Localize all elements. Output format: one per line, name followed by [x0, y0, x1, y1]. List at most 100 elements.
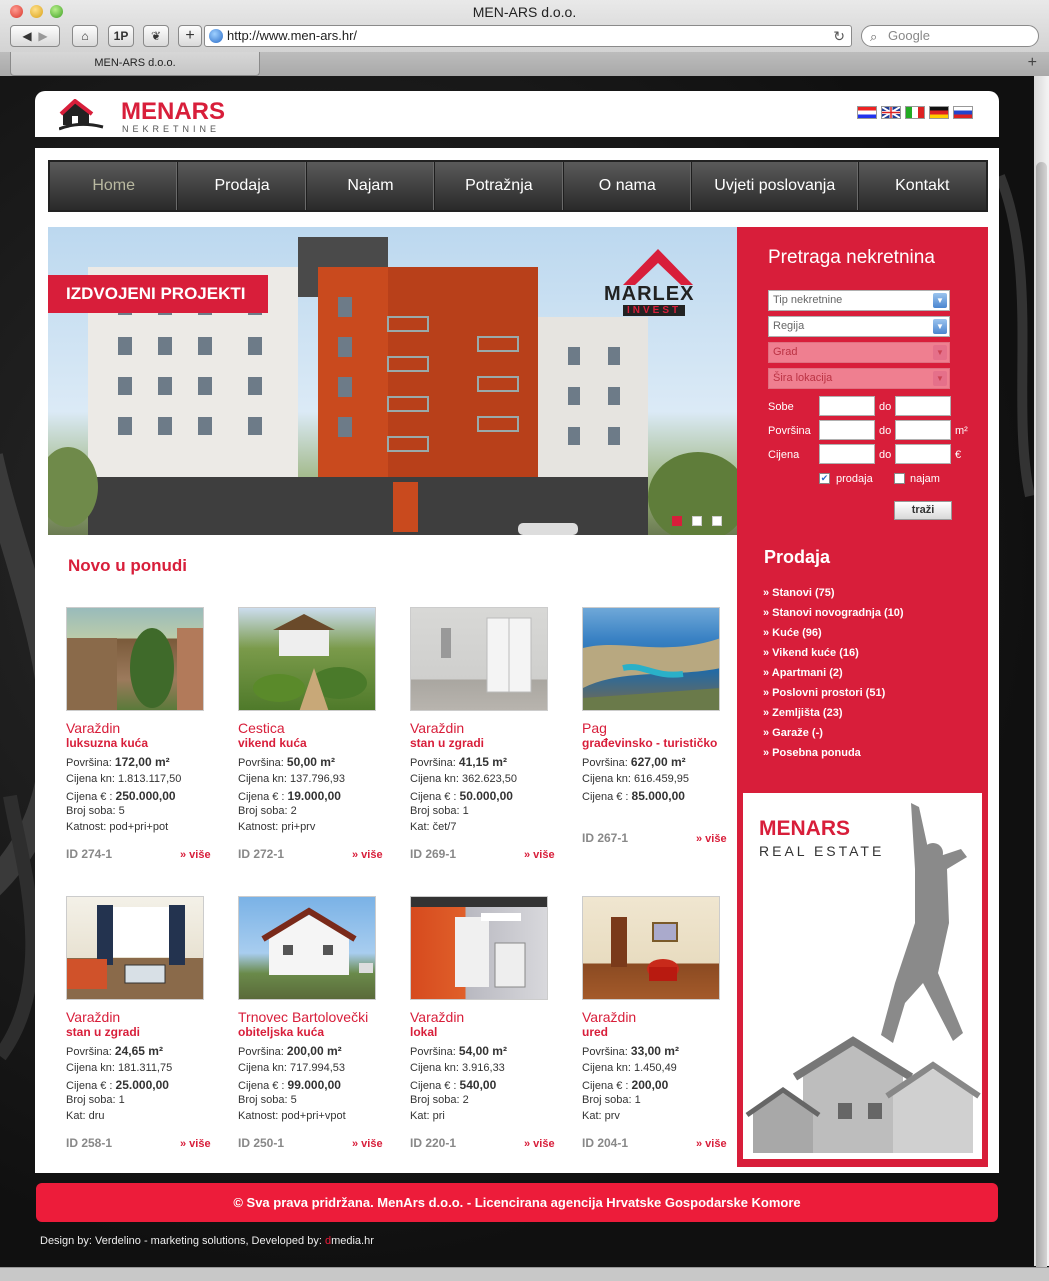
croatian-flag-icon[interactable]	[857, 106, 877, 119]
category-link-apartmani[interactable]: » Apartmani (2)	[763, 665, 904, 685]
listing-city[interactable]: Cestica	[238, 720, 285, 736]
onepassword-button[interactable]: 1P	[108, 25, 134, 47]
listing-card[interactable]: Varaždin stan u zgradi Površina: 24,65 m…	[66, 896, 216, 1156]
real-estate-banner[interactable]: MENARS REAL ESTATE	[737, 789, 988, 1167]
back-forward-buttons[interactable]: ◀ ▶	[10, 25, 60, 47]
listing-card[interactable]: Trnovec Bartolovečki obiteljska kuća Pov…	[238, 896, 388, 1156]
area-to-input[interactable]	[895, 420, 951, 440]
listing-city[interactable]: Varaždin	[66, 720, 120, 736]
rooms-from-input[interactable]	[819, 396, 875, 416]
address-bar[interactable]: http://www.men-ars.hr/ ↻	[204, 25, 852, 47]
chevron-down-icon: ▼	[933, 293, 947, 308]
minimize-window-button[interactable]	[30, 5, 43, 18]
nav-home[interactable]: Home	[50, 162, 179, 210]
listing-more-link[interactable]: » više	[352, 849, 383, 861]
listing-more-link[interactable]: » više	[180, 849, 211, 861]
add-bookmark-button[interactable]: +	[178, 25, 202, 47]
listing-more-link[interactable]: » više	[696, 833, 727, 845]
leaf-extension-button[interactable]: ❦	[143, 25, 169, 47]
property-type-select[interactable]: Tip nekretnine ▼	[768, 290, 950, 311]
listing-more-link[interactable]: » više	[180, 1138, 211, 1150]
category-link-kuce[interactable]: » Kuće (96)	[763, 625, 904, 645]
german-flag-icon[interactable]	[929, 106, 949, 119]
area-location-select[interactable]: Šira lokacija ▼	[768, 368, 950, 389]
region-select[interactable]: Regija ▼	[768, 316, 950, 337]
listing-card[interactable]: Varaždin ured Površina: 33,00 m² Cijena …	[582, 896, 732, 1156]
design-credit[interactable]: Design by: Verdelino - marketing solutio…	[40, 1235, 325, 1247]
listing-city[interactable]: Pag	[582, 720, 607, 736]
forward-arrow-icon[interactable]: ▶	[38, 29, 47, 43]
scrollbar-thumb[interactable]	[1036, 162, 1047, 1281]
listing-card[interactable]: Varaždin stan u zgradi Površina: 41,15 m…	[410, 607, 560, 867]
listing-photo[interactable]	[410, 896, 548, 1000]
tab-active[interactable]: MEN-ARS d.o.o.	[10, 52, 260, 76]
category-link-stanovi[interactable]: » Stanovi (75)	[763, 585, 904, 605]
listing-city[interactable]: Varaždin	[410, 1009, 464, 1025]
area-from-input[interactable]	[819, 420, 875, 440]
rooms-to-input[interactable]	[895, 396, 951, 416]
listing-photo[interactable]	[582, 607, 720, 711]
price-to-input[interactable]	[895, 444, 951, 464]
back-arrow-icon[interactable]: ◀	[22, 29, 31, 43]
listing-more-link[interactable]: » više	[696, 1138, 727, 1150]
listing-area-row: Površina: 41,15 m²	[410, 755, 507, 769]
logo-name[interactable]: MENARS	[121, 98, 225, 126]
listing-photo[interactable]	[410, 607, 548, 711]
listing-photo[interactable]	[66, 896, 204, 1000]
category-link-posebna-ponuda[interactable]: » Posebna ponuda	[763, 745, 904, 765]
area-label: Površina:	[582, 757, 628, 769]
reload-icon[interactable]: ↻	[833, 26, 845, 46]
listing-photo[interactable]	[582, 896, 720, 1000]
nav-najam[interactable]: Najam	[307, 162, 436, 210]
listing-card[interactable]: Pag građevinsko - turističko Površina: 6…	[582, 607, 732, 867]
listing-more-link[interactable]: » više	[524, 1138, 555, 1150]
sale-checkbox[interactable]: ✔	[819, 473, 830, 484]
area-location-select-label: Šira lokacija	[773, 372, 833, 384]
zoom-window-button[interactable]	[50, 5, 63, 18]
listing-floor: Kat: pri	[410, 1110, 445, 1122]
search-input[interactable]: ⌕ Google	[861, 25, 1039, 47]
english-flag-icon[interactable]	[881, 106, 901, 119]
listing-card[interactable]: Varaždin luksuzna kuća Površina: 172,00 …	[66, 607, 216, 867]
close-window-button[interactable]	[10, 5, 23, 18]
listing-card[interactable]: Cestica vikend kuća Površina: 50,00 m² C…	[238, 607, 388, 867]
home-button[interactable]: ⌂	[72, 25, 98, 47]
category-link-poslovni-prostori[interactable]: » Poslovni prostori (51)	[763, 685, 904, 705]
logo-house-icon[interactable]	[59, 99, 105, 131]
slider-dot-3[interactable]	[712, 516, 722, 526]
italian-flag-icon[interactable]	[905, 106, 925, 119]
browser-toolbar: ◀ ▶ ⌂ 1P ❦ + http://www.men-ars.hr/ ↻ ⌕ …	[0, 24, 1049, 50]
listing-city[interactable]: Varaždin	[410, 720, 464, 736]
listing-more-link[interactable]: » više	[524, 849, 555, 861]
listing-more-link[interactable]: » više	[352, 1138, 383, 1150]
chevron-down-icon: ▼	[933, 371, 947, 386]
price-from-input[interactable]	[819, 444, 875, 464]
city-select[interactable]: Grad ▼	[768, 342, 950, 363]
nav-prodaja[interactable]: Prodaja	[178, 162, 307, 210]
featured-slider[interactable]: IZDVOJENI PROJEKTI MARLEX INVEST	[48, 227, 737, 535]
listing-city[interactable]: Trnovec Bartolovečki	[238, 1009, 368, 1025]
listing-city[interactable]: Varaždin	[582, 1009, 636, 1025]
category-link-stanovi-novogradnja[interactable]: » Stanovi novogradnja (10)	[763, 605, 904, 625]
listing-photo[interactable]	[238, 607, 376, 711]
category-link-garaze[interactable]: » Garaže (-)	[763, 725, 904, 745]
listing-city[interactable]: Varaždin	[66, 1009, 120, 1025]
listing-photo[interactable]	[66, 607, 204, 711]
nav-kontakt[interactable]: Kontakt	[859, 162, 986, 210]
scrollbar[interactable]	[1034, 76, 1049, 1281]
listing-photo[interactable]	[238, 896, 376, 1000]
property-search-panel: Pretraga nekretnina Tip nekretnine ▼ Regi…	[737, 227, 988, 529]
nav-potraznja[interactable]: Potražnja	[435, 162, 564, 210]
search-button[interactable]: traži	[894, 501, 952, 520]
slider-dot-1[interactable]	[672, 516, 682, 526]
category-link-zemljista[interactable]: » Zemljišta (23)	[763, 705, 904, 725]
listing-card[interactable]: Varaždin lokal Površina: 54,00 m² Cijena…	[410, 896, 560, 1156]
russian-flag-icon[interactable]	[953, 106, 973, 119]
nav-o-nama[interactable]: O nama	[564, 162, 692, 210]
slider-dot-2[interactable]	[692, 516, 702, 526]
nav-uvjeti-poslovanja[interactable]: Uvjeti poslovanja	[692, 162, 859, 210]
new-tab-icon[interactable]: +	[1028, 54, 1037, 72]
developer-link[interactable]: media.hr	[331, 1235, 374, 1247]
rent-checkbox[interactable]	[894, 473, 905, 484]
category-link-vikend-kuce[interactable]: » Vikend kuće (16)	[763, 645, 904, 665]
